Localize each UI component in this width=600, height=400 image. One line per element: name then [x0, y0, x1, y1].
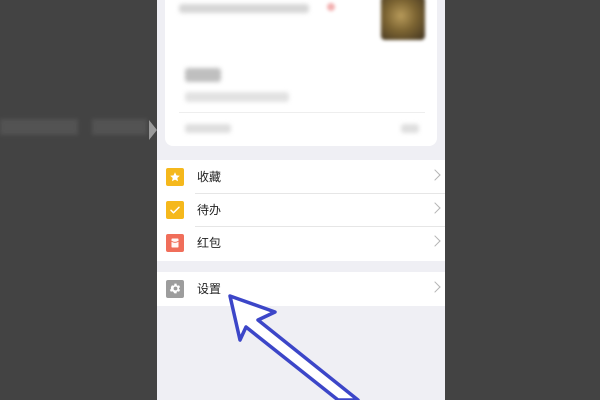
star-icon — [166, 167, 184, 186]
menu-item-settings[interactable]: 设置 — [157, 272, 445, 305]
blurred-thumbnail-image — [381, 0, 425, 40]
chevron-right-icon — [429, 169, 441, 181]
checkmark-icon — [166, 200, 184, 219]
backdrop: 收藏 待办 红包 设置 — [0, 0, 600, 400]
blurred-text — [179, 4, 309, 13]
phone-screen: 收藏 待办 红包 设置 — [157, 0, 445, 400]
blurred-badge — [327, 3, 335, 11]
gear-icon — [166, 279, 184, 298]
menu-item-label: 设置 — [197, 281, 222, 296]
blurred-text — [185, 124, 231, 133]
menu-item-label: 红包 — [197, 235, 222, 250]
blurred-background-text — [0, 119, 78, 135]
red-envelope-icon — [166, 233, 184, 252]
blurred-text — [185, 68, 221, 82]
chevron-right-icon — [429, 235, 441, 247]
blurred-background-text — [92, 119, 147, 135]
blurred-text — [401, 124, 419, 133]
menu-item-label: 收藏 — [197, 169, 222, 184]
menu-item-favorites[interactable]: 收藏 — [157, 160, 445, 193]
chevron-right-icon — [429, 202, 441, 214]
menu-item-red-envelope[interactable]: 红包 — [157, 226, 445, 259]
chevron-right-icon — [429, 281, 441, 293]
menu-group-main: 收藏 待办 红包 — [157, 160, 445, 261]
blurred-text — [185, 92, 289, 102]
blurred-content-card — [165, 0, 437, 146]
menu-item-todo[interactable]: 待办 — [157, 193, 445, 226]
background-chevron-icon — [149, 120, 157, 140]
menu-item-label: 待办 — [197, 202, 222, 217]
card-divider — [179, 112, 425, 113]
menu-group-settings: 设置 — [157, 272, 445, 306]
